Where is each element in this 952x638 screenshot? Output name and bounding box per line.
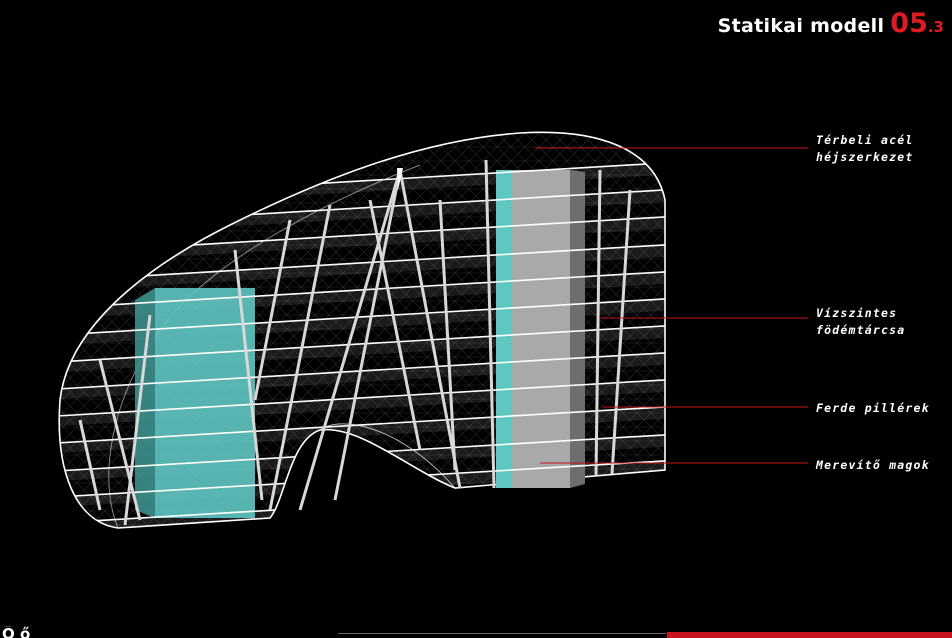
slide: Statikai modell 05.3 Térbeli acél héjsze… (0, 0, 952, 638)
label-inclined-columns: Ferde pillérek (816, 401, 930, 415)
footer-line (338, 633, 666, 634)
core-left-side (135, 288, 155, 518)
footer-text: Ő ő (2, 626, 31, 638)
label-floor-slab-line2: födémtárcsa (816, 323, 906, 337)
label-steel-shell-line1: Térbeli acél (816, 133, 914, 147)
structural-model-drawing (58, 131, 808, 529)
core-left (155, 288, 255, 518)
label-steel-shell-line2: héjszerkezet (816, 150, 914, 164)
label-steel-shell: Térbeli acél héjszerkezet (816, 132, 913, 166)
label-floor-slab: Vízszintes födémtárcsa (816, 305, 905, 339)
footer-accent-bar (667, 632, 952, 638)
label-floor-slab-line1: Vízszintes (816, 306, 898, 320)
label-cores: Merevítő magok (816, 458, 930, 472)
core-right-cyan (496, 170, 512, 488)
